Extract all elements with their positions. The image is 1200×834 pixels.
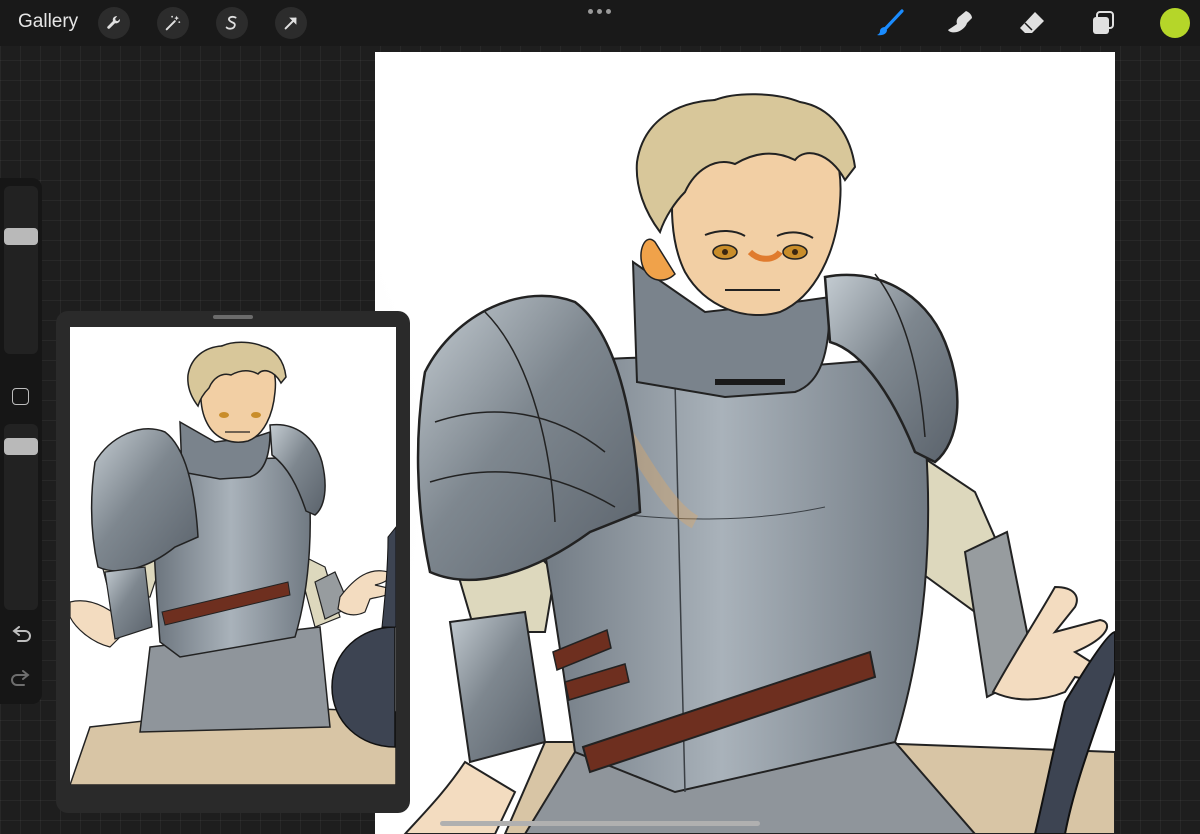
color-picker-button[interactable]: [1160, 8, 1190, 38]
brush-size-slider[interactable]: [4, 186, 38, 354]
home-indicator[interactable]: [440, 821, 760, 826]
left-sidebar: [0, 178, 42, 704]
more-options-button[interactable]: [588, 9, 612, 17]
layers-icon: [1093, 11, 1114, 34]
drawing-canvas[interactable]: [375, 52, 1115, 834]
transform-button[interactable]: [275, 7, 307, 39]
opacity-thumb[interactable]: [4, 437, 38, 455]
modify-square-icon[interactable]: [12, 388, 29, 405]
knight-artwork: [375, 93, 1115, 834]
magic-wand-icon: [165, 15, 181, 31]
transform-arrow-icon: [284, 17, 297, 30]
eraser-tool-button[interactable]: [1016, 7, 1048, 39]
selection-s-icon: [225, 15, 237, 30]
redo-icon[interactable]: [10, 670, 32, 690]
brush-tool-button[interactable]: [874, 7, 906, 39]
adjustments-button[interactable]: [157, 7, 189, 39]
wrench-icon: [107, 16, 120, 29]
reference-image: [70, 327, 396, 785]
brush-icon: [877, 9, 904, 36]
layers-button[interactable]: [1087, 7, 1119, 39]
gallery-button[interactable]: Gallery: [18, 11, 78, 33]
reference-artwork-thumbnail: [70, 341, 396, 785]
ellipsis-icon: [588, 9, 593, 14]
reference-window[interactable]: [56, 311, 410, 813]
smudge-icon: [948, 11, 972, 33]
smudge-tool-button[interactable]: [945, 7, 977, 39]
reference-drag-handle[interactable]: [213, 315, 253, 319]
brush-size-thumb[interactable]: [4, 228, 38, 246]
undo-icon[interactable]: [10, 626, 32, 646]
top-toolbar: Gallery: [0, 0, 1200, 46]
eraser-icon: [1020, 12, 1044, 33]
selection-button[interactable]: [216, 7, 248, 39]
actions-wrench-button[interactable]: [98, 7, 130, 39]
